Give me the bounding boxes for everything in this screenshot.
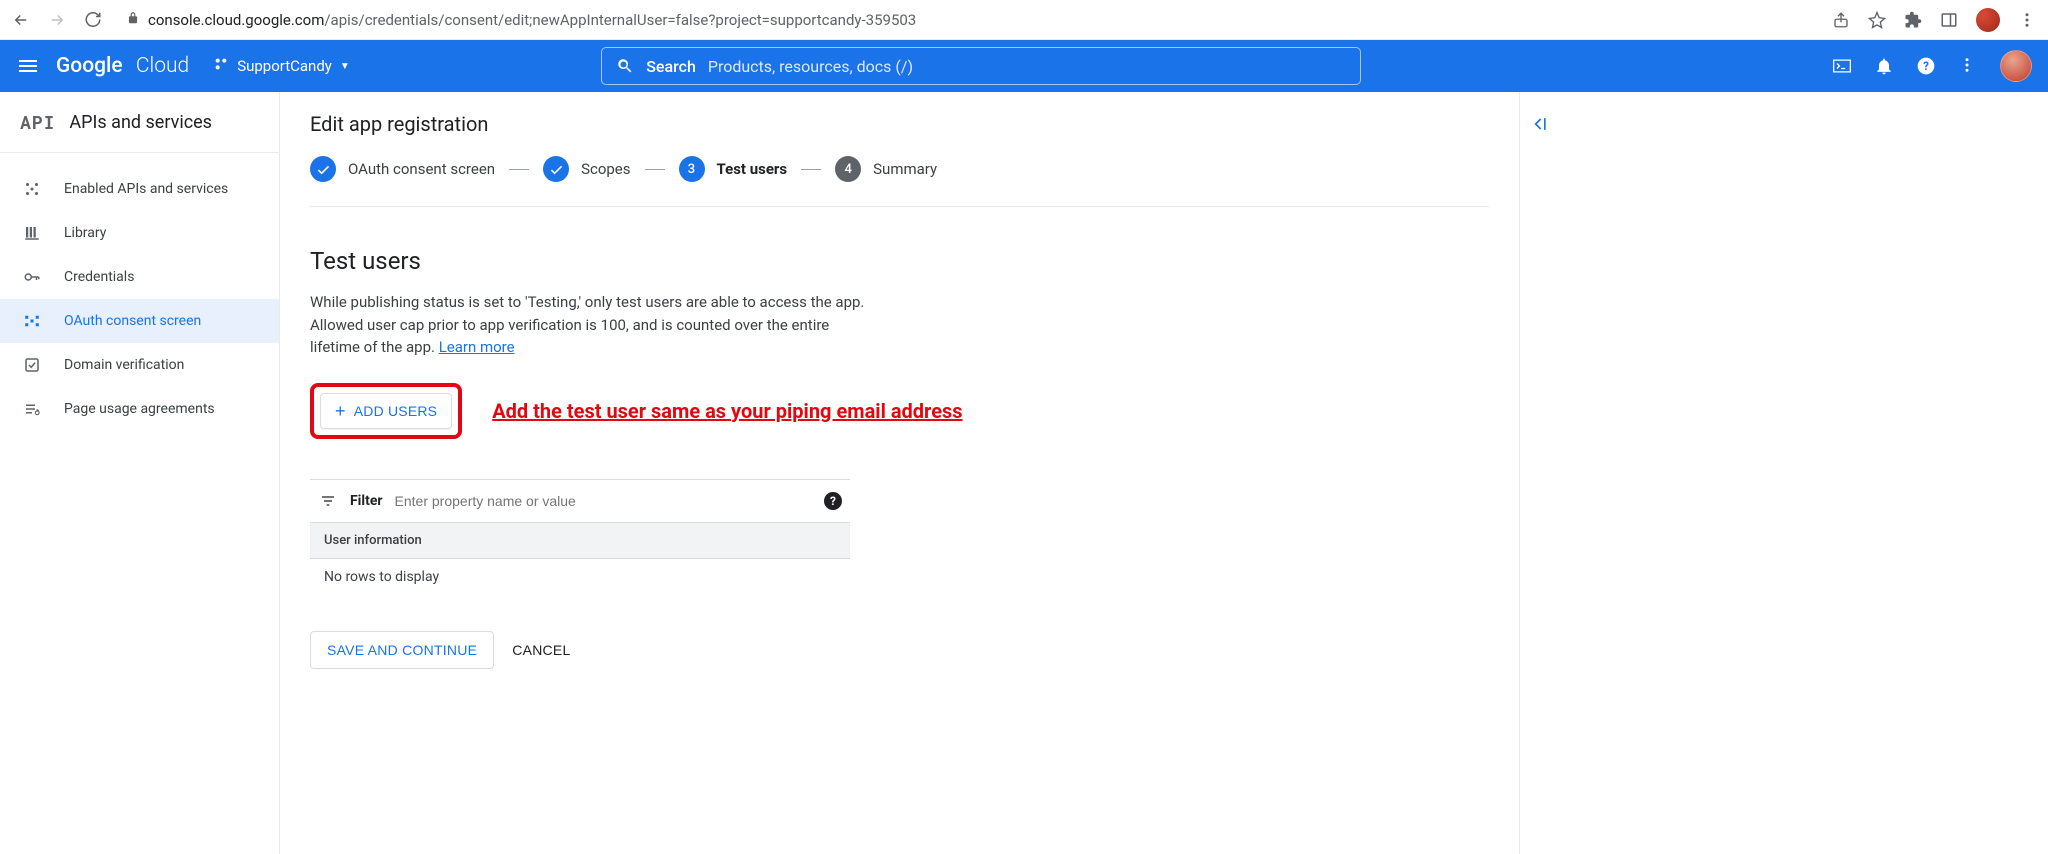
domain-verification-icon: [22, 355, 42, 375]
save-and-continue-button[interactable]: SAVE AND CONTINUE: [310, 631, 494, 669]
step-scopes[interactable]: Scopes: [543, 156, 630, 182]
page-title: Edit app registration: [310, 112, 1489, 136]
sidebar-item-page-usage[interactable]: Page usage agreements: [0, 387, 279, 431]
filter-label: Filter: [350, 493, 383, 509]
learn-more-link[interactable]: Learn more: [439, 338, 515, 356]
browser-profile-avatar[interactable]: [1976, 8, 2000, 32]
api-badge: API: [20, 110, 55, 134]
account-avatar[interactable]: [2000, 50, 2032, 82]
cancel-button[interactable]: CANCEL: [512, 642, 570, 658]
credentials-icon: [22, 267, 42, 287]
header-right-group: ?: [1832, 50, 2032, 82]
search-label: Search: [646, 57, 696, 76]
help-tooltip-icon[interactable]: ?: [824, 492, 842, 510]
step-circle-pending: 4: [835, 156, 861, 182]
gcp-logo[interactable]: Google Cloud: [56, 54, 189, 78]
step-circle-current: 3: [679, 156, 705, 182]
add-users-label: ADD USERS: [354, 403, 437, 419]
stepper: OAuth consent screen Scopes 3 Test users…: [310, 156, 1489, 207]
step-label: Scopes: [581, 160, 630, 178]
browser-right-group: [1832, 8, 2036, 32]
url-text: console.cloud.google.com/apis/credential…: [148, 11, 916, 29]
enabled-apis-icon: [22, 179, 42, 199]
collapse-panel-icon[interactable]: [1529, 114, 1549, 138]
extensions-icon[interactable]: [1904, 11, 1922, 29]
section-title: Test users: [310, 247, 870, 275]
annotation-text: Add the test user same as your piping em…: [492, 399, 962, 423]
oauth-consent-icon: [22, 311, 42, 331]
sidebar-item-label: Library: [64, 225, 106, 241]
star-icon[interactable]: [1868, 11, 1886, 29]
project-selector[interactable]: SupportCandy ▼: [205, 56, 358, 76]
kebab-menu-icon[interactable]: [2018, 11, 2036, 29]
sidebar-header: API APIs and services: [0, 92, 279, 153]
sidebar-item-label: Credentials: [64, 269, 134, 285]
step-summary[interactable]: 4 Summary: [835, 156, 937, 182]
plus-icon: +: [335, 402, 346, 420]
browser-nav-group: [12, 11, 102, 29]
sidebar-item-domain-verification[interactable]: Domain verification: [0, 343, 279, 387]
sidebar-item-library[interactable]: Library: [0, 211, 279, 255]
sidebar-item-label: Page usage agreements: [64, 401, 215, 417]
sidebar-item-label: Enabled APIs and services: [64, 181, 228, 197]
page-usage-icon: [22, 399, 42, 419]
section-description: While publishing status is set to 'Testi…: [310, 291, 870, 359]
back-icon[interactable]: [12, 11, 30, 29]
sidebar-item-label: Domain verification: [64, 357, 184, 373]
notifications-icon[interactable]: [1874, 56, 1894, 76]
sidebar-item-oauth-consent[interactable]: OAuth consent screen: [0, 299, 279, 343]
forward-icon[interactable]: [48, 11, 66, 29]
more-icon[interactable]: [1958, 56, 1978, 76]
add-users-button[interactable]: + ADD USERS: [320, 393, 452, 429]
annotation-highlight-box: + ADD USERS: [310, 383, 462, 439]
help-icon[interactable]: ?: [1916, 56, 1936, 76]
address-bar[interactable]: console.cloud.google.com/apis/credential…: [114, 11, 1820, 29]
content-wrap: API APIs and services Enabled APIs and s…: [0, 92, 2048, 854]
library-icon: [22, 223, 42, 243]
sidebar-item-credentials[interactable]: Credentials: [0, 255, 279, 299]
sidebar: API APIs and services Enabled APIs and s…: [0, 92, 280, 854]
search-icon: [616, 57, 634, 75]
sidebar-item-label: OAuth consent screen: [64, 313, 201, 329]
search-placeholder: Products, resources, docs (/): [708, 57, 913, 76]
project-icon: [213, 56, 229, 76]
main-content: Edit app registration OAuth consent scre…: [280, 92, 1520, 854]
reload-icon[interactable]: [84, 11, 102, 29]
search-box[interactable]: Search Products, resources, docs (/): [601, 47, 1361, 85]
action-row: SAVE AND CONTINUE CANCEL: [310, 631, 1489, 669]
filter-input[interactable]: [395, 493, 812, 509]
browser-toolbar: console.cloud.google.com/apis/credential…: [0, 0, 2048, 40]
step-separator: [645, 169, 665, 170]
share-icon[interactable]: [1832, 11, 1850, 29]
gcp-header: Google Cloud SupportCandy ▼ Search Produ…: [0, 40, 2048, 92]
step-label: Summary: [873, 160, 937, 178]
filter-icon[interactable]: [318, 493, 338, 509]
cloud-shell-icon[interactable]: [1832, 56, 1852, 76]
step-label: Test users: [717, 160, 788, 178]
step-oauth-consent[interactable]: OAuth consent screen: [310, 156, 495, 182]
menu-icon[interactable]: [16, 54, 40, 78]
filter-row: Filter ?: [310, 480, 850, 523]
dropdown-icon: ▼: [340, 61, 350, 72]
svg-text:?: ?: [1923, 59, 1929, 73]
step-label: OAuth consent screen: [348, 160, 495, 178]
lock-icon: [126, 11, 140, 29]
step-circle-done: [543, 156, 569, 182]
table-header: User information: [310, 523, 850, 559]
users-table: Filter ? User information No rows to dis…: [310, 479, 850, 595]
test-users-section: Test users While publishing status is se…: [310, 247, 870, 359]
step-circle-done: [310, 156, 336, 182]
sidebar-title: APIs and services: [69, 112, 212, 133]
sidebar-item-enabled-apis[interactable]: Enabled APIs and services: [0, 167, 279, 211]
sidebar-items: Enabled APIs and services Library Creden…: [0, 153, 279, 445]
step-test-users[interactable]: 3 Test users: [679, 156, 788, 182]
table-empty-message: No rows to display: [310, 559, 850, 595]
step-separator: [509, 169, 529, 170]
step-separator: [801, 169, 821, 170]
panel-icon[interactable]: [1940, 11, 1958, 29]
add-users-row: + ADD USERS Add the test user same as yo…: [310, 383, 1489, 439]
